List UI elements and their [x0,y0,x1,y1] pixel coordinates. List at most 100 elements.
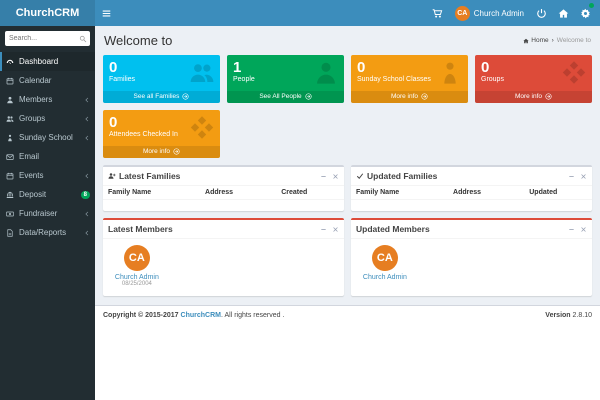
sidebar-item-data-reports[interactable]: Data/Reports [0,223,95,242]
stat-footer-label: See All People [259,93,301,100]
panel-tools [320,173,339,180]
user-name: Church Admin [474,9,524,18]
chevron-left-icon [84,230,90,236]
close-button[interactable] [580,173,587,180]
chevron-left-icon [84,173,90,179]
page-footer: Copyright © 2015-2017 ChurchCRM. All rig… [95,305,600,325]
collapse-button[interactable] [568,226,575,233]
members-panels-row: Latest Members CA Church Admin 08/25/200… [103,218,592,296]
latest-members-panel: Latest Members CA Church Admin 08/25/200… [103,218,344,296]
search-input[interactable] [5,31,76,46]
copyright-suffix: . All rights reserved . [221,312,284,319]
copyright-prefix: Copyright © 2015-2017 [103,312,179,319]
stat-footer-label: See all Families [134,93,180,100]
stat-footer-label: More info [391,93,418,100]
sidebar-item-label: Events [19,171,43,180]
copyright-text: Copyright © 2015-2017 ChurchCRM. All rig… [103,312,284,319]
sidebar-item-label: Deposit [19,190,46,199]
panel-header: Updated Members [351,220,592,238]
member-name-link[interactable]: Church Admin [363,274,407,281]
people-icon [6,115,15,123]
panel-title: Latest Families [119,171,180,181]
person-icon [313,60,339,86]
collapse-button[interactable] [568,173,575,180]
footer-brand-link[interactable]: ChurchCRM [181,312,221,319]
people-icon [189,60,215,86]
sidebar-item-deposit[interactable]: Deposit 8 [0,185,95,204]
calendar-icon [6,77,15,85]
table-body-empty [351,199,592,211]
user-menu[interactable]: CA Church Admin [449,0,530,26]
member-date: 08/25/2004 [122,281,152,288]
breadcrumb-separator: › [552,37,554,44]
avatar: CA [372,245,398,271]
sidebar-item-sunday-school[interactable]: Sunday School [0,128,95,147]
member-item: CA Church Admin [356,245,414,288]
table-body-empty [103,199,344,211]
column-header: Updated [529,189,587,196]
sidebar-item-groups[interactable]: Groups [0,109,95,128]
close-button[interactable] [580,226,587,233]
stat-box-sunday-school-classes: 0 Sunday School Classes More info [351,55,468,103]
sidebar-item-members[interactable]: Members [0,90,95,109]
sidebar-item-label: Dashboard [19,57,58,66]
collapse-button[interactable] [320,173,327,180]
updated-families-panel: Updated Families Family Name Address Upd… [351,165,592,211]
more-info-link[interactable]: More info [351,91,468,103]
sidebar-item-calendar[interactable]: Calendar [0,71,95,90]
gear-icon[interactable] [574,0,596,26]
see-all-people-link[interactable]: See All People [227,91,344,103]
sidebar-toggle-button[interactable] [95,0,117,26]
home-icon [523,38,529,44]
panel-tools [568,173,587,180]
home-icon[interactable] [552,0,574,26]
more-info-link[interactable]: More info [475,91,592,103]
sidebar-item-fundraiser[interactable]: Fundraiser [0,204,95,223]
power-icon[interactable] [530,0,552,26]
sidebar-item-label: Data/Reports [19,228,66,237]
check-icon [356,172,364,180]
page-title: Welcome to [104,33,172,48]
families-panels-row: Latest Families Family Name Address Crea… [103,165,592,211]
bank-icon [6,191,15,199]
avatar: CA [124,245,150,271]
table-header-row: Family Name Address Updated [351,185,592,199]
version-label: Version [545,312,570,319]
user-avatar: CA [455,6,470,21]
child-icon [437,60,463,86]
see-all-families-link[interactable]: See all Families [103,91,220,103]
sidebar-item-events[interactable]: Events [0,166,95,185]
cart-icon[interactable] [427,0,449,26]
collapse-button[interactable] [320,226,327,233]
breadcrumb-current: Welcome to [557,37,591,44]
sidebar-item-email[interactable]: Email [0,147,95,166]
latest-families-panel: Latest Families Family Name Address Crea… [103,165,344,211]
panel-tools [320,226,339,233]
arrow-circle-icon [421,93,428,100]
sidebar-search [5,31,90,46]
member-name-link[interactable]: Church Admin [115,274,159,281]
main-content: Welcome to Home › Welcome to 0 Families … [95,26,600,305]
stat-box-people: 1 People See All People [227,55,344,103]
sidebar-item-label: Groups [19,114,45,123]
more-info-link[interactable]: More info [103,146,220,158]
brand-logo[interactable]: ChurchCRM [0,0,95,26]
members-list: CA Church Admin [351,238,592,296]
search-icon[interactable] [76,31,90,46]
close-button[interactable] [332,226,339,233]
breadcrumb: Home › Welcome to [523,37,591,44]
sidebar-item-label: Calendar [19,76,51,85]
stat-footer-label: More info [143,148,170,155]
version-text: Version 2.8.10 [545,312,592,319]
close-button[interactable] [332,173,339,180]
panel-header: Latest Members [103,220,344,238]
column-header: Family Name [108,189,205,196]
column-header: Created [281,189,339,196]
envelope-icon [6,153,15,161]
member-item: CA Church Admin 08/25/2004 [108,245,166,288]
panel-title: Updated Members [356,224,430,234]
sidebar-item-dashboard[interactable]: Dashboard [0,52,95,71]
arrow-circle-icon [545,93,552,100]
panel-header: Updated Families [351,167,592,185]
breadcrumb-home-link[interactable]: Home [523,37,548,44]
